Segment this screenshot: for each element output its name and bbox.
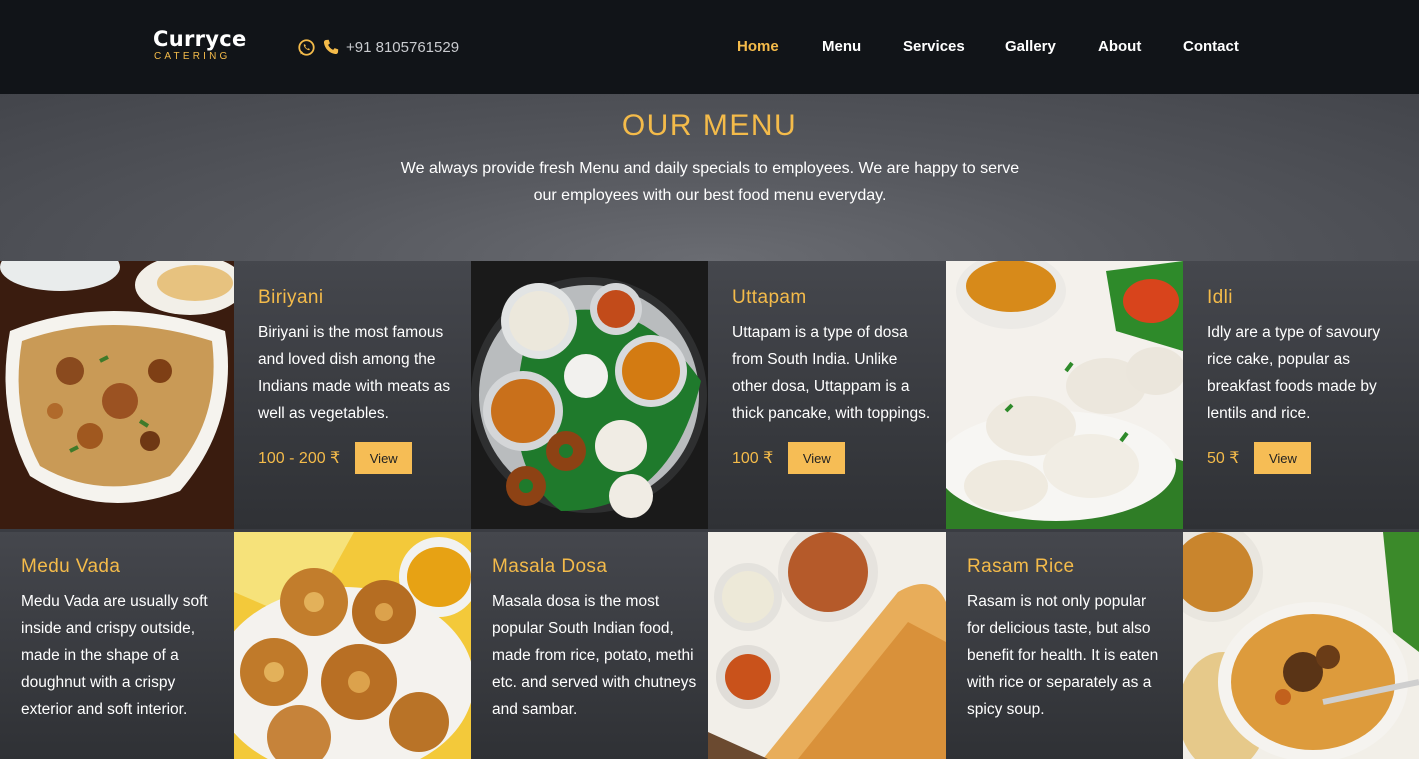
dish-card: Biriyani Biriyani is the most famous and… (234, 261, 471, 529)
dish-price: 100 - 200 ₹ (258, 450, 341, 467)
site-header: Curryce CATERING +91 8105761529 Home Men… (0, 0, 1419, 94)
nav-services[interactable]: Services (903, 38, 965, 55)
dish-card: Medu Vada Medu Vada are usually soft ins… (0, 532, 234, 759)
biriyani-image (0, 261, 234, 529)
nav-gallery[interactable]: Gallery (1005, 38, 1056, 55)
hero-description: We always provide fresh Menu and daily s… (400, 160, 1020, 204)
price-row: 100 ₹ View (732, 442, 946, 474)
dish-title: Biriyani (258, 287, 324, 308)
dish-title: Uttapam (732, 287, 807, 308)
dish-card: Masala Dosa Masala dosa is the most popu… (471, 532, 708, 759)
nav-menu[interactable]: Menu (822, 38, 861, 55)
price-row: 50 ₹ View (1207, 442, 1419, 474)
rasam-rice-image (1183, 532, 1419, 759)
price-row: 100 - 200 ₹ View (258, 442, 471, 474)
dish-description: Idly are a type of savoury rice cake, po… (1207, 324, 1381, 422)
page-title: OUR MENU (621, 109, 798, 142)
dish-description: Uttapam is a type of dosa from South Ind… (732, 324, 931, 422)
dish-price: 100 ₹ (732, 450, 774, 467)
dish-title: Rasam Rice (967, 556, 1075, 577)
menu-row: Biriyani Biriyani is the most famous and… (0, 261, 1419, 529)
masala-dosa-image (708, 532, 946, 759)
dish-title: Masala Dosa (492, 556, 608, 577)
dish-description: Rasam is not only popular for delicious … (967, 593, 1159, 718)
menu-row: Medu Vada Medu Vada are usually soft ins… (0, 532, 1419, 759)
nav-about[interactable]: About (1098, 38, 1141, 55)
nav-contact[interactable]: Contact (1183, 38, 1239, 55)
menu-hero: OUR MENU We always provide fresh Menu an… (0, 94, 1419, 261)
dish-description: Biriyani is the most famous and loved di… (258, 324, 451, 422)
view-button[interactable]: View (1254, 442, 1312, 474)
dish-description: Medu Vada are usually soft inside and cr… (21, 593, 208, 718)
dish-card: Rasam Rice Rasam is not only popular for… (946, 532, 1183, 759)
idli-image (946, 261, 1183, 529)
uttapam-image (471, 261, 708, 529)
view-button[interactable]: View (788, 442, 846, 474)
main-nav: Home Menu Services Gallery About Contact (0, 38, 1419, 58)
dish-title: Medu Vada (21, 556, 121, 577)
medu-vada-image (234, 532, 471, 759)
dish-title: Idli (1207, 287, 1233, 308)
dish-price: 50 ₹ (1207, 450, 1240, 467)
view-button[interactable]: View (355, 442, 413, 474)
dish-description: Masala dosa is the most popular South In… (492, 593, 697, 718)
nav-home[interactable]: Home (737, 38, 779, 55)
dish-card: Idli Idly are a type of savoury rice cak… (1183, 261, 1419, 529)
dish-card: Uttapam Uttapam is a type of dosa from S… (708, 261, 946, 529)
